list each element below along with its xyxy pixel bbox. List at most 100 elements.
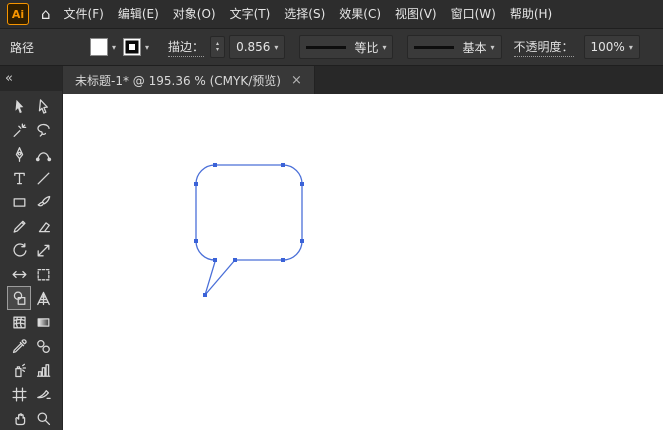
anchor-point[interactable]: [281, 163, 285, 167]
rectangle-tool[interactable]: [7, 190, 31, 214]
menu-item-6[interactable]: 视图(V): [388, 0, 444, 28]
stepper-down-icon: ▾: [216, 46, 220, 53]
document-tab-title: 未标题-1* @ 195.36 % (CMYK/预览): [75, 73, 281, 88]
curvature-tool[interactable]: [31, 142, 55, 166]
illustrator-window: Ai ⌂ 文件(F) 编辑(E) 对象(O) 文字(T) 选择(S) 效果(C) 视图(V)…: [0, 0, 663, 430]
selection-type-label: 路径: [10, 40, 35, 55]
tab-close-icon[interactable]: ×: [291, 73, 302, 88]
menu-item-1[interactable]: 编辑(E): [111, 0, 166, 28]
anchor-point[interactable]: [203, 293, 207, 297]
tools-dock-header: «: [0, 66, 62, 91]
pen-tool[interactable]: [7, 142, 31, 166]
anchor-point[interactable]: [300, 182, 304, 186]
width-tool[interactable]: [7, 262, 31, 286]
document-tabbar: 未标题-1* @ 195.36 % (CMYK/预览) ×: [63, 66, 663, 94]
dropdown-arrow-icon: ▾: [274, 42, 279, 52]
magic-wand-tool-icon: [13, 122, 26, 137]
direct-selection-tool-icon: [38, 98, 48, 114]
anchor-point[interactable]: [194, 182, 198, 186]
line-segment-tool[interactable]: [31, 166, 55, 190]
opacity-label[interactable]: 不透明度：: [513, 38, 574, 57]
brush-value: 基本: [462, 40, 487, 55]
hand-tool-icon: [14, 412, 25, 425]
dropdown-arrow-icon: ▾: [490, 42, 495, 52]
stroke-color-chip: [123, 38, 142, 56]
menu-item-5[interactable]: 效果(C): [332, 0, 388, 28]
collapse-panel-icon[interactable]: «: [5, 71, 13, 86]
rotate-tool[interactable]: [7, 238, 31, 262]
blend-tool-icon: [36, 339, 50, 353]
document-tab[interactable]: 未标题-1* @ 195.36 % (CMYK/预览) ×: [63, 66, 315, 94]
symbol-sprayer-tool[interactable]: [7, 358, 31, 382]
opacity-dropdown[interactable]: 100% ▾: [583, 35, 640, 59]
shaper-tool-icon: [13, 220, 26, 233]
menu-items: 文件(F) 编辑(E) 对象(O) 文字(T) 选择(S) 效果(C) 视图(V) 窗口(W)…: [57, 0, 560, 28]
speech-bubble-path[interactable]: [195, 164, 303, 296]
eyedropper-tool[interactable]: [7, 334, 31, 358]
width-profile-dropdown[interactable]: 等比 ▾: [299, 35, 394, 59]
perspective-grid-tool[interactable]: [31, 286, 55, 310]
scale-tool[interactable]: [31, 238, 55, 262]
rotate-tool-icon: [12, 242, 27, 257]
mesh-tool-icon: [12, 316, 26, 328]
slice-tool-icon: [36, 389, 51, 399]
shaper-tool[interactable]: [7, 214, 31, 238]
menu-item-2[interactable]: 对象(O): [166, 0, 223, 28]
selection-tool[interactable]: [7, 94, 31, 118]
pen-tool-icon: [15, 146, 23, 162]
menu-item-4[interactable]: 选择(S): [277, 0, 332, 28]
hand-tool[interactable]: [7, 406, 31, 430]
stroke-weight-value: 0.856: [236, 40, 271, 54]
gradient-tool-icon: [37, 317, 49, 327]
shape-builder-tool[interactable]: [7, 286, 31, 310]
opacity-value: 100%: [590, 40, 625, 54]
dropdown-arrow-icon: ▾: [145, 42, 150, 52]
stroke-label[interactable]: 描边：: [168, 38, 205, 57]
menu-item-7[interactable]: 窗口(W): [444, 0, 503, 28]
anchor-point[interactable]: [300, 239, 304, 243]
free-transform-tool[interactable]: [31, 262, 55, 286]
symbol-sprayer-tool-icon: [14, 363, 26, 377]
type-tool[interactable]: [7, 166, 31, 190]
rectangle-tool-icon: [13, 197, 25, 207]
artboard-tool-icon: [11, 386, 27, 402]
artboard-tool[interactable]: [7, 382, 31, 406]
magic-wand-tool[interactable]: [7, 118, 31, 142]
slice-tool[interactable]: [31, 382, 55, 406]
free-transform-tool-icon: [37, 268, 49, 280]
eraser-tool[interactable]: [31, 214, 55, 238]
brush-dropdown[interactable]: 基本 ▾: [407, 35, 502, 59]
menu-item-8[interactable]: 帮助(H): [503, 0, 559, 28]
type-tool-icon: [13, 172, 25, 184]
menu-item-0[interactable]: 文件(F): [57, 0, 111, 28]
anchor-point[interactable]: [213, 258, 217, 262]
anchor-point[interactable]: [213, 163, 217, 167]
home-icon[interactable]: ⌂: [41, 0, 51, 28]
column-graph-tool-icon: [36, 363, 50, 377]
document-area: 未标题-1* @ 195.36 % (CMYK/预览) ×: [63, 66, 663, 430]
blend-tool[interactable]: [31, 334, 55, 358]
zoom-tool-icon: [37, 411, 50, 425]
lasso-tool[interactable]: [31, 118, 55, 142]
illustrator-logo-icon[interactable]: Ai: [7, 3, 29, 25]
canvas[interactable]: [63, 94, 663, 430]
fill-color-swatch[interactable]: ▾: [90, 38, 116, 56]
selection-tool-icon: [14, 99, 23, 113]
gradient-tool[interactable]: [31, 310, 55, 334]
mesh-tool[interactable]: [7, 310, 31, 334]
direct-selection-tool[interactable]: [31, 94, 55, 118]
column-graph-tool[interactable]: [31, 358, 55, 382]
eyedropper-tool-icon: [12, 338, 27, 353]
anchor-point[interactable]: [281, 258, 285, 262]
zoom-tool[interactable]: [31, 406, 55, 430]
paintbrush-tool[interactable]: [31, 190, 55, 214]
stroke-color-swatch[interactable]: ▾: [123, 38, 149, 56]
anchor-point[interactable]: [233, 258, 237, 262]
dropdown-arrow-icon: ▾: [628, 42, 633, 52]
stroke-weight-input[interactable]: 0.856 ▾: [229, 35, 286, 59]
artwork-svg: [194, 163, 304, 297]
line-segment-tool-icon: [37, 172, 49, 184]
anchor-point[interactable]: [194, 239, 198, 243]
stroke-weight-stepper[interactable]: ▴ ▾: [210, 36, 226, 58]
menu-item-3[interactable]: 文字(T): [223, 0, 278, 28]
